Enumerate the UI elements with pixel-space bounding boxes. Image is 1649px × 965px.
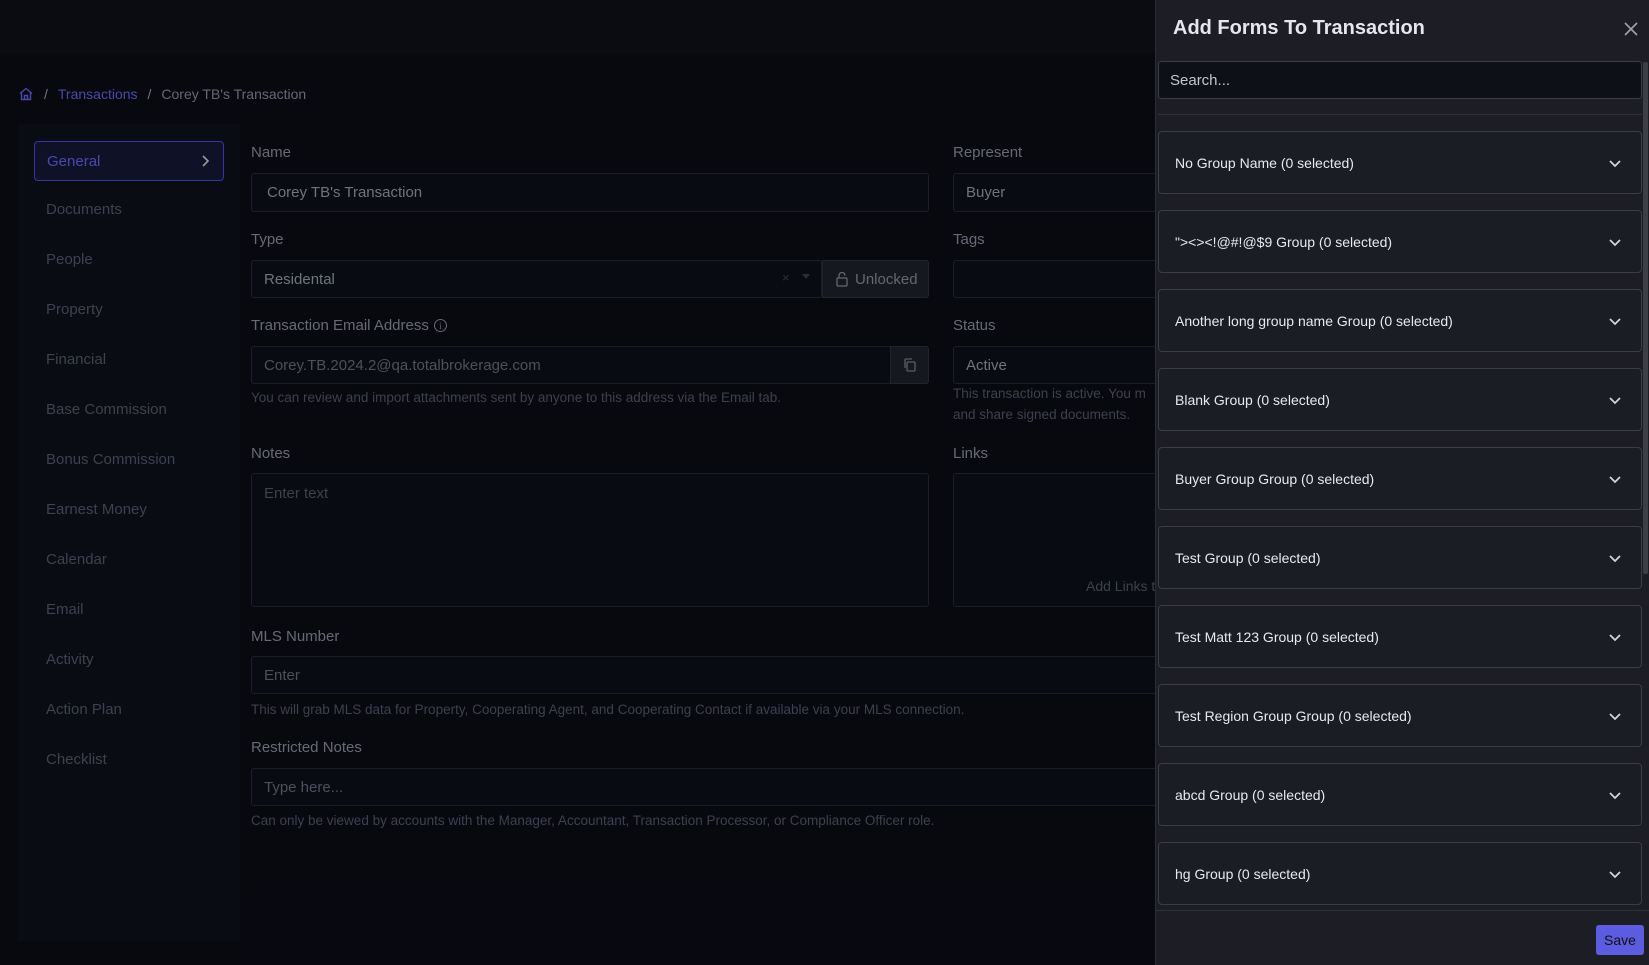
- group-label: "><><!@#!@$9 Group (0 selected): [1175, 233, 1393, 250]
- chevron-down-icon: [1607, 313, 1623, 329]
- group-accordion-another-long-group-name[interactable]: Another long group name Group (0 selecte…: [1158, 289, 1642, 352]
- group-accordion-abcd[interactable]: abcd Group (0 selected): [1158, 763, 1642, 826]
- group-accordion-buyer-group[interactable]: Buyer Group Group (0 selected): [1158, 447, 1642, 510]
- chevron-down-icon: [1607, 234, 1623, 250]
- group-accordion-blank[interactable]: Blank Group (0 selected): [1158, 368, 1642, 431]
- drawer-footer-divider: [1156, 910, 1649, 911]
- group-label: No Group Name (0 selected): [1175, 154, 1354, 171]
- group-label: Test Group (0 selected): [1175, 549, 1321, 566]
- chevron-down-icon: [1607, 629, 1623, 645]
- group-label: Blank Group (0 selected): [1175, 391, 1330, 408]
- group-label: Another long group name Group (0 selecte…: [1175, 312, 1453, 329]
- close-icon[interactable]: [1621, 19, 1641, 39]
- chevron-down-icon: [1607, 787, 1623, 803]
- add-forms-drawer: Add Forms To Transaction No Group Name (…: [1155, 0, 1649, 965]
- drawer-title: Add Forms To Transaction: [1173, 17, 1425, 39]
- group-accordion-test-matt-123[interactable]: Test Matt 123 Group (0 selected): [1158, 605, 1642, 668]
- chevron-down-icon: [1607, 392, 1623, 408]
- group-label: abcd Group (0 selected): [1175, 786, 1326, 803]
- group-label: Test Region Group Group (0 selected): [1175, 707, 1412, 724]
- group-accordion-test-region-group[interactable]: Test Region Group Group (0 selected): [1158, 684, 1642, 747]
- group-label: Buyer Group Group (0 selected): [1175, 470, 1375, 487]
- group-accordion-special-chars[interactable]: "><><!@#!@$9 Group (0 selected): [1158, 210, 1642, 273]
- group-label: hg Group (0 selected): [1175, 865, 1311, 882]
- chevron-down-icon: [1607, 155, 1623, 171]
- modal-backdrop[interactable]: [0, 0, 1155, 965]
- drawer-scrollbar[interactable]: [1643, 62, 1648, 574]
- group-accordion-test[interactable]: Test Group (0 selected): [1158, 526, 1642, 589]
- chevron-down-icon: [1607, 866, 1623, 882]
- group-accordion-no-group-name[interactable]: No Group Name (0 selected): [1158, 131, 1642, 194]
- forms-search-input[interactable]: [1158, 61, 1642, 99]
- divider: [1158, 114, 1642, 115]
- chevron-down-icon: [1607, 708, 1623, 724]
- group-accordion-hg[interactable]: hg Group (0 selected): [1158, 842, 1642, 905]
- chevron-down-icon: [1607, 550, 1623, 566]
- save-button[interactable]: Save: [1596, 925, 1644, 955]
- group-label: Test Matt 123 Group (0 selected): [1175, 628, 1379, 645]
- chevron-down-icon: [1607, 471, 1623, 487]
